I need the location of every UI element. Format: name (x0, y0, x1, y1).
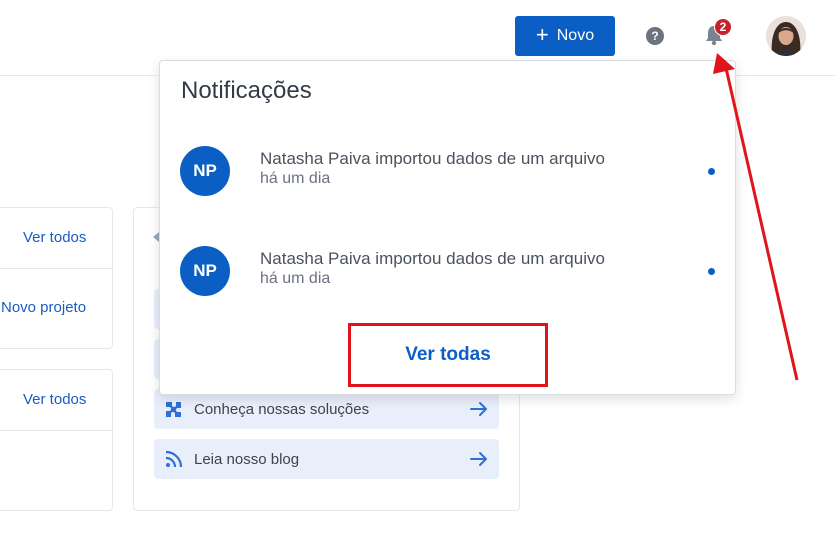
help-icon[interactable]: ? (646, 27, 664, 45)
new-button-label: Novo (556, 27, 595, 44)
blog-link-label: Leia nosso blog (194, 450, 300, 468)
notifications-dropdown: Notificações NP Natasha Paiva importou d… (159, 60, 736, 395)
notification-avatar: NP (180, 246, 230, 296)
notification-time: há um dia (260, 270, 331, 287)
see-all-link[interactable]: Ver todos (23, 229, 86, 246)
see-all-notifications-button[interactable]: Ver todas (348, 323, 548, 387)
notification-badge: 2 (714, 18, 732, 36)
card-divider (0, 430, 112, 431)
user-avatar[interactable] (766, 16, 806, 56)
notification-item[interactable]: NP Natasha Paiva importou dados de um ar… (160, 241, 737, 301)
notification-message: Natasha Paiva importou dados de um arqui… (260, 149, 605, 168)
puzzle-icon (166, 402, 181, 417)
unread-dot (708, 168, 715, 175)
arrow-right-icon (470, 402, 487, 416)
page: + Novo ? 2 Ver todos Novo projeto Ver to… (0, 0, 835, 551)
see-all-link-2[interactable]: Ver todos (23, 391, 86, 408)
notifications-title: Notificações (181, 77, 312, 104)
unread-dot (708, 268, 715, 275)
notification-avatar: NP (180, 146, 230, 196)
notification-item[interactable]: NP Natasha Paiva importou dados de um ar… (160, 141, 737, 201)
plus-icon: + (535, 22, 549, 47)
arrow-right-icon (470, 452, 487, 466)
blog-link[interactable]: Leia nosso blog (154, 439, 499, 479)
avatar-photo (766, 16, 806, 56)
new-button[interactable]: + Novo (515, 16, 615, 56)
notification-time: há um dia (260, 170, 331, 187)
rss-icon (165, 450, 183, 468)
solutions-link-label: Conheça nossas soluções (194, 400, 370, 418)
card-divider (0, 268, 112, 269)
notification-message: Natasha Paiva importou dados de um arqui… (260, 249, 605, 268)
solutions-link[interactable]: Conheça nossas soluções (154, 389, 499, 429)
new-project-link[interactable]: Novo projeto (1, 299, 86, 316)
